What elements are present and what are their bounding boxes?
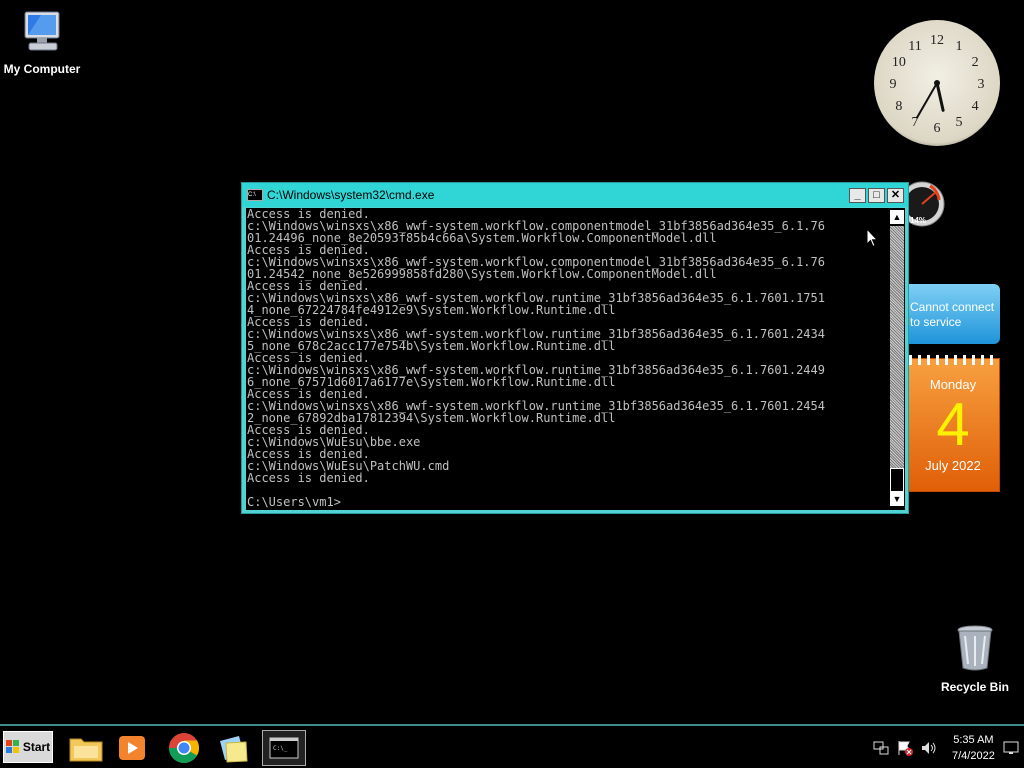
tray-clock[interactable]: 5:35 AM 7/4/2022 bbox=[952, 732, 995, 764]
window-titlebar[interactable]: C:\ C:\Windows\system32\cmd.exe _ □ ✕ bbox=[242, 183, 908, 207]
window-title: C:\Windows\system32\cmd.exe bbox=[267, 188, 435, 202]
action-center-flag-icon[interactable] bbox=[896, 739, 914, 757]
clock-numeral: 5 bbox=[956, 115, 963, 130]
taskbar-file-explorer[interactable] bbox=[64, 730, 108, 766]
cpu-percent: 14% bbox=[910, 216, 927, 225]
system-tray: 5:35 AM 7/4/2022 bbox=[866, 730, 1022, 766]
clock-numeral: 9 bbox=[890, 77, 897, 92]
weather-message-line2: to service bbox=[910, 315, 962, 329]
my-computer-label: My Computer bbox=[3, 62, 81, 76]
chrome-icon bbox=[168, 733, 200, 764]
clock-minute-hand bbox=[916, 82, 938, 119]
taskbar-command-prompt[interactable]: C:\_ bbox=[262, 730, 306, 766]
show-desktop-icon[interactable] bbox=[1003, 741, 1019, 755]
clock-numeral: 3 bbox=[978, 77, 985, 92]
console-line: Access is denied. bbox=[247, 471, 370, 485]
calendar-weekday: Monday bbox=[929, 377, 977, 392]
clock-hour-hand bbox=[935, 81, 945, 112]
calendar-gadget[interactable]: Monday 4 July 2022 bbox=[906, 355, 1000, 492]
clock-numeral: 11 bbox=[908, 39, 921, 54]
cmd-window-icon: C:\ bbox=[247, 189, 263, 201]
volume-icon[interactable] bbox=[920, 739, 938, 757]
minimize-button[interactable]: _ bbox=[849, 187, 866, 203]
scroll-thumb[interactable] bbox=[890, 468, 904, 492]
start-button[interactable]: Start bbox=[3, 731, 53, 763]
tray-date: 7/4/2022 bbox=[952, 750, 995, 762]
scroll-down-arrow-icon[interactable]: ▼ bbox=[890, 492, 904, 506]
scroll-track[interactable] bbox=[890, 226, 904, 488]
clock-numeral: 8 bbox=[895, 99, 902, 114]
clock-gadget[interactable]: 1 2 3 4 5 6 7 8 9 10 11 12 bbox=[874, 20, 1000, 146]
tray-time: 5:35 AM bbox=[953, 734, 994, 746]
cmd-icon: C:\_ bbox=[269, 737, 299, 759]
computer-icon bbox=[24, 11, 60, 51]
clock-numeral: 2 bbox=[972, 55, 979, 70]
sticky-notes-icon bbox=[220, 736, 248, 763]
clock-numeral: 1 bbox=[956, 39, 963, 54]
recycle-bin-shortcut[interactable]: Recycle Bin bbox=[933, 624, 1017, 694]
network-icon[interactable] bbox=[872, 739, 890, 757]
media-player-icon bbox=[119, 736, 145, 760]
calendar-month-year: July 2022 bbox=[925, 458, 981, 473]
svg-text:C:\_: C:\_ bbox=[273, 745, 288, 752]
clock-face: 1234567891011 12 bbox=[890, 33, 985, 136]
start-label: Start bbox=[22, 740, 51, 754]
taskbar: Start C:\_ 5:35 AM 7/4/2022 bbox=[0, 724, 1024, 768]
taskbar-media-player[interactable] bbox=[110, 730, 154, 766]
close-button[interactable]: ✕ bbox=[887, 187, 904, 203]
clock-numeral: 6 bbox=[934, 121, 941, 136]
recycle-bin-label: Recycle Bin bbox=[940, 680, 1010, 694]
folder-icon bbox=[69, 738, 103, 762]
scroll-up-arrow-icon[interactable]: ▲ bbox=[890, 210, 904, 224]
windows-logo-icon bbox=[5, 740, 19, 753]
calendar-binding-rings bbox=[909, 355, 997, 365]
my-computer-shortcut[interactable]: My Computer bbox=[0, 10, 84, 76]
weather-gadget[interactable]: Cannot connect to service bbox=[900, 284, 1000, 344]
clock-numeral: 12 bbox=[930, 33, 944, 48]
recycle-bin-icon bbox=[957, 625, 993, 671]
clock-numeral: 10 bbox=[892, 55, 906, 70]
taskbar-sticky-notes[interactable] bbox=[212, 730, 256, 766]
taskbar-chrome[interactable] bbox=[162, 730, 206, 766]
vertical-scrollbar[interactable]: ▲ ▼ bbox=[888, 208, 905, 510]
calendar-day-number: 4 bbox=[936, 391, 970, 458]
console-area[interactable]: Access is denied. c:\Windows\winsxs\x86_w… bbox=[246, 208, 905, 510]
console-line: C:\Users\vm1> bbox=[247, 495, 341, 509]
clock-numeral: 4 bbox=[972, 99, 979, 114]
console-output[interactable]: Access is denied. c:\Windows\winsxs\x86_w… bbox=[247, 208, 887, 510]
mouse-pointer-icon bbox=[866, 228, 878, 248]
maximize-button[interactable]: □ bbox=[868, 187, 885, 203]
command-prompt-window[interactable]: C:\ C:\Windows\system32\cmd.exe _ □ ✕ Ac… bbox=[241, 182, 909, 514]
weather-message-line1: Cannot connect bbox=[910, 300, 995, 314]
